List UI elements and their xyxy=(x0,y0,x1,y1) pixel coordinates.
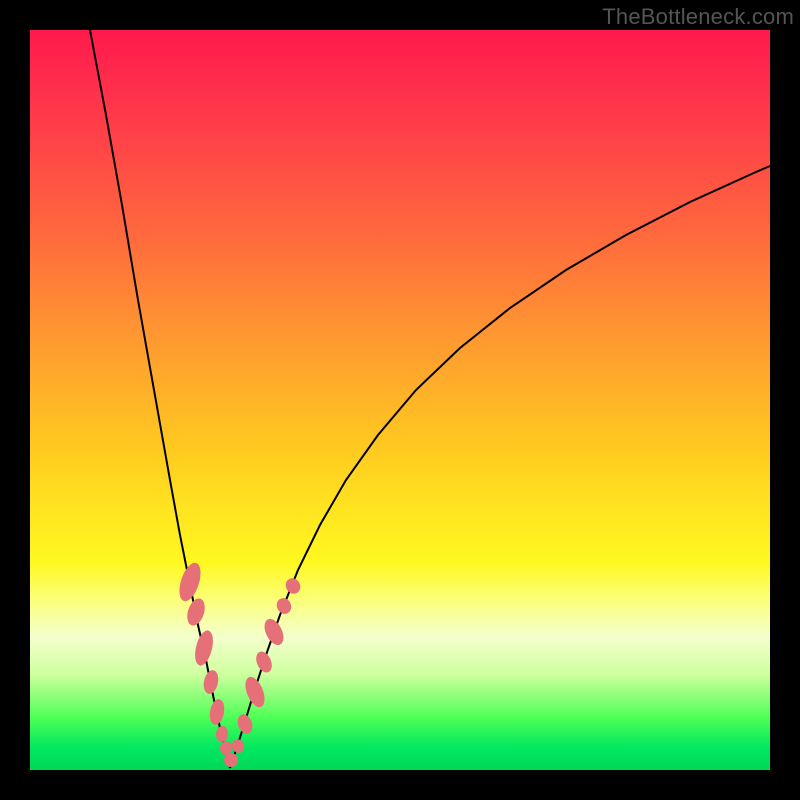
data-point xyxy=(175,560,204,604)
data-point xyxy=(202,669,221,695)
data-point xyxy=(235,712,255,736)
curve-right-branch xyxy=(230,166,770,768)
data-point xyxy=(208,698,226,726)
data-point xyxy=(224,753,238,767)
data-point xyxy=(283,576,303,597)
data-point xyxy=(215,725,229,743)
data-point-markers xyxy=(175,560,303,767)
data-point xyxy=(253,649,275,675)
data-point xyxy=(242,674,269,710)
data-point xyxy=(274,596,294,617)
data-point xyxy=(261,616,288,648)
data-point xyxy=(230,737,246,754)
bottleneck-chart xyxy=(30,30,770,770)
data-point xyxy=(184,596,208,628)
watermark-text: TheBottleneck.com xyxy=(602,4,794,30)
data-point xyxy=(192,629,216,668)
